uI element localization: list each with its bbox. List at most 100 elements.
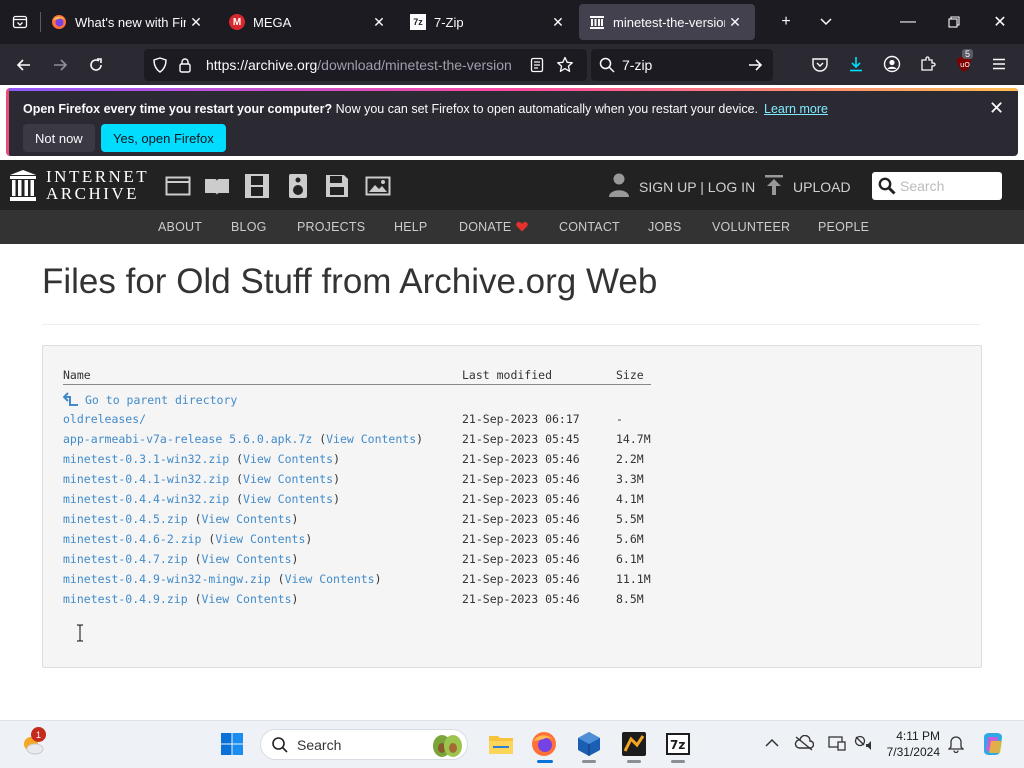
internet-archive-logo-text[interactable]: INTERNET ARCHIVE — [46, 168, 149, 202]
file-link[interactable]: minetest-0.4.1-win32.zip — [63, 472, 229, 486]
file-link[interactable]: minetest-0.4.6-2.zip — [63, 532, 201, 546]
ia-search-input[interactable] — [900, 178, 996, 194]
column-header-name[interactable]: Name — [63, 368, 91, 382]
audio-speaker-icon[interactable] — [285, 174, 311, 198]
software-floppy-icon[interactable] — [324, 174, 350, 198]
file-link[interactable]: oldreleases/ — [63, 412, 146, 426]
logo-line-1: INTERNET — [46, 167, 150, 186]
ublock-origin-icon[interactable]: uO 5 — [954, 49, 974, 74]
reload-icon[interactable] — [80, 44, 112, 85]
virtualbox-icon[interactable] — [575, 730, 603, 758]
lock-icon[interactable] — [178, 57, 192, 78]
back-icon[interactable] — [8, 44, 40, 85]
sign-up-login-link[interactable]: SIGN UP | LOG IN — [609, 173, 755, 200]
nav-contact[interactable]: CONTACT — [559, 220, 620, 234]
new-tab-icon[interactable]: + — [770, 0, 802, 44]
nav-jobs[interactable]: JOBS — [648, 220, 681, 234]
web-icon[interactable] — [165, 174, 191, 198]
firefox-taskbar-icon[interactable] — [530, 730, 558, 758]
learn-more-link[interactable]: Learn more — [764, 102, 828, 116]
url-host: https://archive.org — [206, 57, 318, 73]
file-explorer-icon[interactable] — [487, 730, 515, 758]
pocket-icon[interactable] — [811, 56, 829, 79]
view-contents-link[interactable]: View Contents — [243, 492, 333, 506]
video-film-icon[interactable] — [244, 174, 270, 198]
forward-icon[interactable] — [44, 44, 76, 85]
downloads-icon[interactable] — [847, 55, 865, 78]
restore-icon[interactable] — [934, 0, 974, 44]
minimize-icon[interactable]: — — [888, 0, 928, 44]
ia-search-icon[interactable] — [878, 177, 896, 195]
tab-mega[interactable]: M MEGA ✕ — [219, 4, 399, 40]
display-projection-icon[interactable] — [828, 735, 846, 754]
taskbar-search-box[interactable]: Search — [260, 729, 468, 760]
file-link[interactable]: minetest-0.4.4-win32.zip — [63, 492, 229, 506]
ia-search-box[interactable] — [872, 172, 1002, 200]
search-go-arrow-icon[interactable] — [747, 57, 763, 76]
tracking-shield-icon[interactable] — [152, 57, 168, 78]
view-contents-link[interactable]: View Contents — [285, 572, 375, 586]
nav-about[interactable]: ABOUT — [158, 220, 202, 234]
file-link[interactable]: minetest-0.4.5.zip — [63, 512, 188, 526]
internet-archive-logo-icon[interactable] — [10, 170, 36, 201]
view-contents-link[interactable]: View Contents — [202, 552, 292, 566]
not-now-button[interactable]: Not now — [23, 124, 95, 152]
account-icon[interactable] — [883, 55, 901, 78]
tab-firefox-news[interactable]: What's new with Firefo ✕ — [41, 4, 216, 40]
file-link[interactable]: minetest-0.3.1-win32.zip — [63, 452, 229, 466]
parent-directory-link[interactable]: Go to parent directory — [62, 392, 237, 409]
7zip-taskbar-icon[interactable]: 7z — [664, 730, 692, 758]
search-value[interactable]: 7-zip — [622, 57, 652, 73]
nav-donate[interactable]: DONATE — [459, 220, 529, 235]
bookmark-star-icon[interactable] — [556, 56, 574, 79]
tab-7zip[interactable]: 7z 7-Zip ✕ — [400, 4, 578, 40]
close-notification-icon[interactable]: ✕ — [989, 98, 1004, 119]
file-date: 21-Sep-2023 05:45 — [462, 432, 580, 446]
view-contents-link[interactable]: View Contents — [326, 432, 416, 446]
yes-open-firefox-button[interactable]: Yes, open Firefox — [101, 124, 226, 152]
system-clock[interactable]: 4:11 PM 7/31/2024 — [880, 728, 940, 760]
network-volume-icon[interactable] — [854, 735, 874, 754]
view-contents-link[interactable]: View Contents — [202, 512, 292, 526]
file-link[interactable]: minetest-0.4.9.zip — [63, 592, 188, 606]
view-contents-link[interactable]: View Contents — [202, 592, 292, 606]
nav-people[interactable]: PEOPLE — [818, 220, 869, 234]
texts-book-icon[interactable] — [204, 174, 230, 198]
paren-open: ( — [236, 452, 244, 466]
search-bar[interactable]: 7-zip — [591, 49, 773, 81]
upload-link[interactable]: UPLOAD — [765, 175, 851, 198]
file-link[interactable]: minetest-0.4.9-win32-mingw.zip — [63, 572, 271, 586]
column-header-size[interactable]: Size — [616, 368, 644, 382]
reader-view-icon[interactable] — [529, 57, 545, 78]
show-hidden-icons-chevron-icon[interactable] — [765, 735, 779, 751]
view-contents-link[interactable]: View Contents — [243, 472, 333, 486]
copilot-icon[interactable] — [980, 731, 1006, 760]
view-contents-link[interactable]: View Contents — [243, 452, 333, 466]
close-tab-icon[interactable]: ✕ — [548, 14, 568, 31]
file-link[interactable]: app-armeabi-v7a-release 5.6.0.apk.7z — [63, 432, 312, 446]
url-bar[interactable]: https://archive.org/download/minetest-th… — [144, 49, 587, 81]
file-link[interactable]: minetest-0.4.7.zip — [63, 552, 188, 566]
close-tab-icon[interactable]: ✕ — [725, 14, 745, 31]
column-header-modified[interactable]: Last modified — [462, 368, 552, 382]
windows-start-icon[interactable] — [218, 730, 246, 758]
nav-help[interactable]: HELP — [394, 220, 427, 234]
tab-minetest-versions[interactable]: minetest-the-versions ✕ — [579, 4, 755, 40]
view-contents-link[interactable]: View Contents — [215, 532, 305, 546]
nav-projects[interactable]: PROJECTS — [297, 220, 365, 234]
close-tab-icon[interactable]: ✕ — [186, 14, 206, 31]
nav-volunteer[interactable]: VOLUNTEER — [712, 220, 790, 234]
menu-hamburger-icon[interactable] — [991, 56, 1007, 77]
nav-blog[interactable]: BLOG — [231, 220, 267, 234]
list-tabs-chevron-icon[interactable] — [810, 0, 842, 44]
close-tab-icon[interactable]: ✕ — [369, 14, 389, 31]
images-picture-icon[interactable] — [365, 174, 391, 198]
notifications-bell-icon[interactable] — [947, 735, 965, 756]
tab-list-icon[interactable] — [0, 0, 40, 44]
winrar-app-icon[interactable] — [620, 730, 648, 758]
url-text[interactable]: https://archive.org/download/minetest-th… — [206, 57, 518, 73]
weather-widget-icon[interactable]: 1 — [19, 727, 47, 758]
close-window-icon[interactable]: ✕ — [980, 0, 1020, 44]
extensions-puzzle-icon[interactable] — [919, 55, 937, 78]
onedrive-offline-icon[interactable] — [794, 734, 815, 754]
